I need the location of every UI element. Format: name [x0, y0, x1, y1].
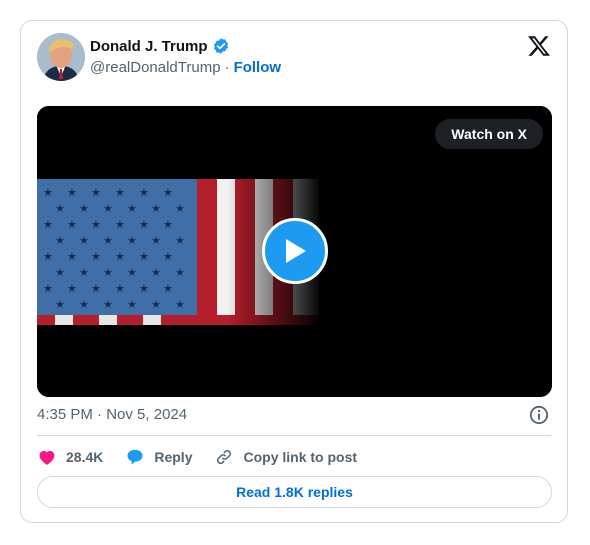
- x-logo-icon[interactable]: [527, 34, 551, 58]
- svg-text:★: ★: [67, 282, 77, 295]
- svg-text:★: ★: [127, 202, 137, 215]
- video-player[interactable]: ★ ★ ★ ★ ★ ★ ★ ★ ★ ★ ★ ★ ★ ★ ★ ★ ★ ★ ★ ★ ★ ★ ★ ★ ★ ★ ★ ★ ★ ★ ★ ★ ★ ★ ★…: [37, 106, 552, 397]
- svg-text:★: ★: [43, 250, 53, 263]
- svg-text:★: ★: [151, 202, 161, 215]
- svg-text:★: ★: [91, 186, 101, 199]
- svg-text:★: ★: [103, 266, 113, 279]
- follow-link[interactable]: Follow: [234, 59, 282, 76]
- author-name[interactable]: Donald J. Trump: [90, 38, 208, 55]
- svg-text:★: ★: [55, 202, 65, 215]
- svg-text:★: ★: [139, 218, 149, 231]
- link-icon: [217, 449, 232, 465]
- svg-text:★: ★: [91, 218, 101, 231]
- like-button[interactable]: 28.4K: [37, 447, 103, 467]
- author-name-row: Donald J. Trump: [90, 37, 230, 55]
- avatar-image: [37, 33, 85, 81]
- svg-text:★: ★: [79, 298, 89, 311]
- reply-label: Reply: [154, 449, 193, 465]
- svg-text:★: ★: [151, 234, 161, 247]
- svg-text:★: ★: [103, 298, 113, 311]
- svg-text:★: ★: [55, 266, 65, 279]
- read-replies-button[interactable]: Read 1.8K replies: [37, 476, 552, 508]
- svg-text:★: ★: [103, 234, 113, 247]
- copy-link-label: Copy link to post: [243, 449, 358, 465]
- svg-text:★: ★: [127, 266, 137, 279]
- svg-text:★: ★: [175, 202, 185, 215]
- author-handle[interactable]: @realDonaldTrump: [90, 59, 221, 76]
- play-icon: [286, 239, 306, 263]
- watch-on-x-button[interactable]: Watch on X: [435, 119, 543, 149]
- svg-text:★: ★: [127, 234, 137, 247]
- svg-text:★: ★: [43, 218, 53, 231]
- svg-text:★: ★: [151, 266, 161, 279]
- svg-text:★: ★: [127, 298, 137, 311]
- svg-text:★: ★: [175, 234, 185, 247]
- play-button[interactable]: [262, 218, 328, 284]
- svg-text:★: ★: [163, 282, 173, 295]
- copy-link-button[interactable]: Copy link to post: [214, 447, 357, 467]
- svg-text:★: ★: [163, 218, 173, 231]
- svg-text:★: ★: [43, 282, 53, 295]
- handle-separator: ·: [224, 59, 230, 76]
- svg-text:★: ★: [115, 218, 125, 231]
- info-icon[interactable]: [529, 405, 549, 425]
- avatar[interactable]: [37, 33, 85, 81]
- svg-text:★: ★: [175, 266, 185, 279]
- timestamp-separator: ·: [97, 406, 103, 423]
- svg-text:★: ★: [91, 282, 101, 295]
- verified-badge-icon: [212, 37, 230, 55]
- svg-text:★: ★: [151, 298, 161, 311]
- like-count: 28.4K: [66, 449, 104, 465]
- author-handle-row: @realDonaldTrump · Follow: [90, 59, 281, 76]
- heart-icon: [39, 450, 55, 465]
- reply-bubble-icon: [127, 449, 143, 465]
- svg-text:★: ★: [43, 186, 53, 199]
- svg-text:★: ★: [79, 202, 89, 215]
- post-date: Nov 5, 2024: [106, 406, 188, 423]
- svg-text:★: ★: [55, 234, 65, 247]
- svg-text:★: ★: [115, 282, 125, 295]
- svg-text:★: ★: [67, 250, 77, 263]
- svg-text:★: ★: [67, 186, 77, 199]
- svg-text:★: ★: [55, 298, 65, 311]
- svg-text:★: ★: [175, 298, 185, 311]
- svg-text:★: ★: [139, 186, 149, 199]
- embedded-post-card: Donald J. Trump @realDonaldTrump · Follo…: [20, 20, 568, 523]
- svg-text:★: ★: [79, 266, 89, 279]
- divider: [37, 435, 551, 436]
- svg-text:★: ★: [91, 250, 101, 263]
- action-bar: 28.4K Reply Copy link to post: [37, 445, 379, 469]
- svg-text:★: ★: [139, 250, 149, 263]
- reply-button[interactable]: Reply: [125, 447, 192, 467]
- svg-text:★: ★: [139, 282, 149, 295]
- post-timestamp[interactable]: 4:35 PM · Nov 5, 2024: [37, 406, 187, 423]
- svg-text:★: ★: [163, 250, 173, 263]
- post-time: 4:35 PM: [37, 406, 93, 423]
- svg-text:★: ★: [115, 186, 125, 199]
- svg-text:★: ★: [163, 186, 173, 199]
- svg-text:★: ★: [115, 250, 125, 263]
- svg-text:★: ★: [67, 218, 77, 231]
- svg-text:★: ★: [79, 234, 89, 247]
- svg-text:★: ★: [103, 202, 113, 215]
